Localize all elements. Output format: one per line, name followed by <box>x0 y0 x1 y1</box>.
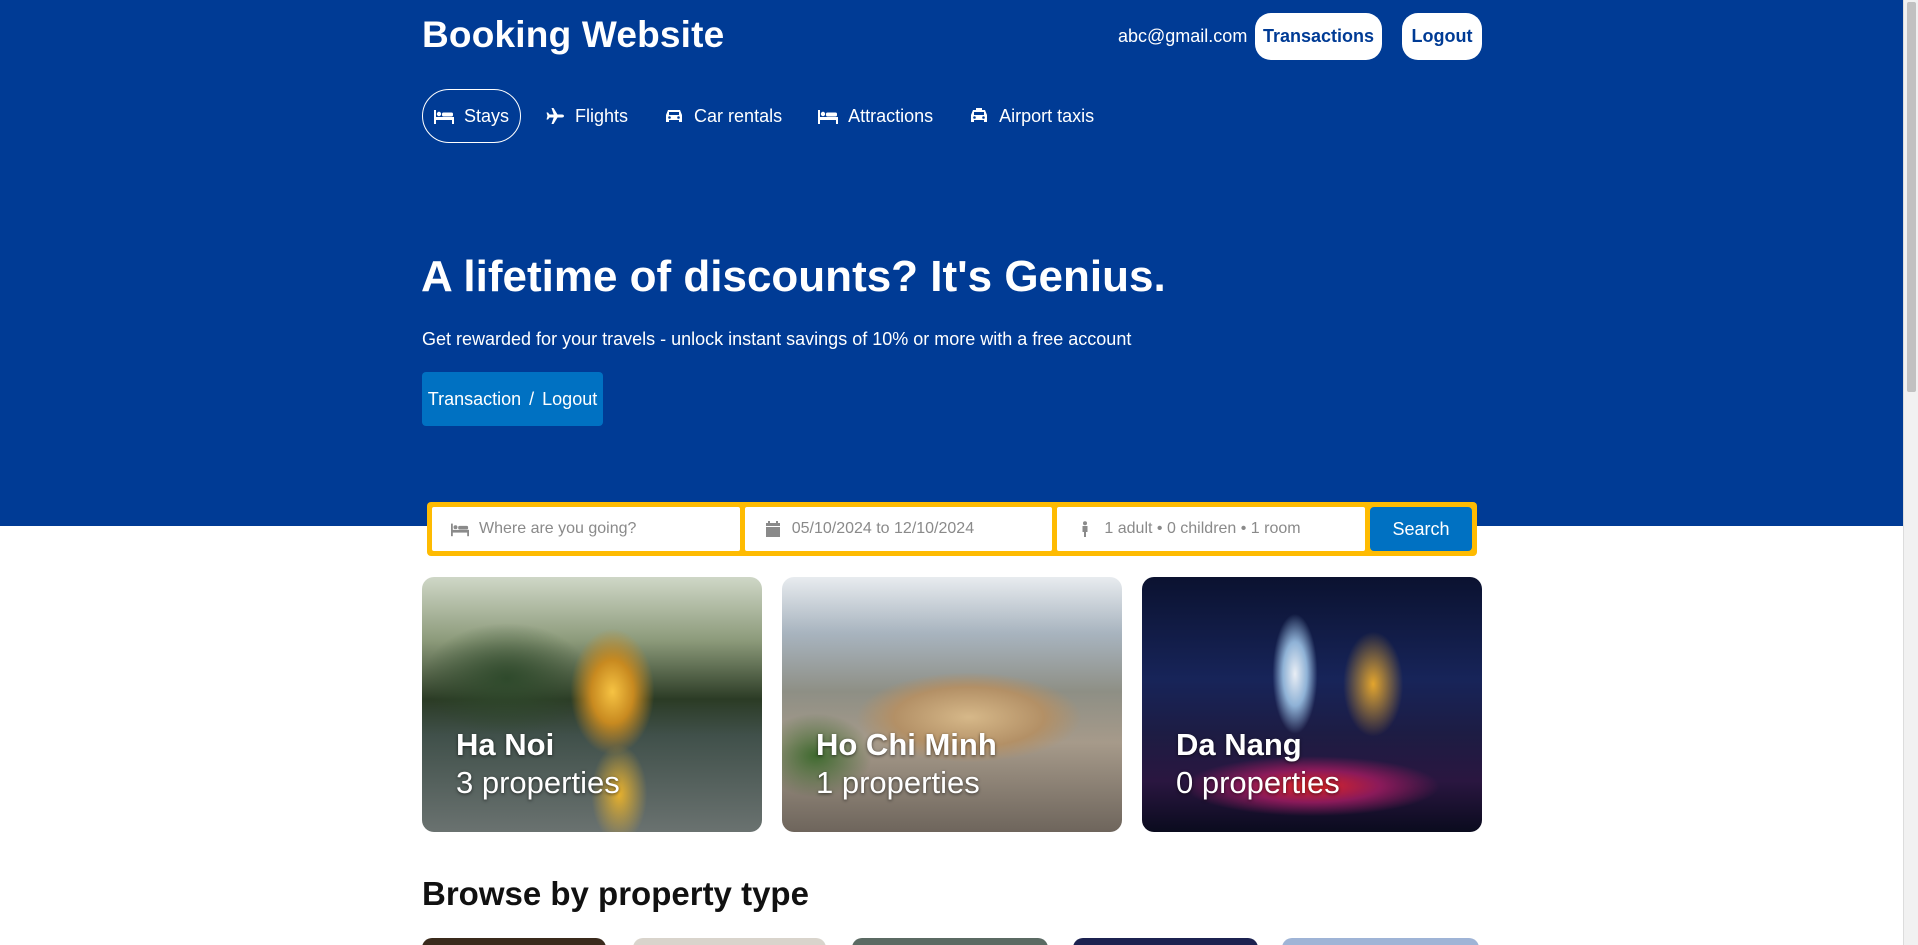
guests-field[interactable]: 1 adult • 0 children • 1 room <box>1057 507 1366 551</box>
nav-item-airport-taxis[interactable]: Airport taxis <box>957 89 1106 143</box>
button-separator: / <box>529 388 535 409</box>
logout-button[interactable]: Logout <box>1402 13 1482 60</box>
city-property-count: 0 properties <box>1176 765 1340 800</box>
property-type-card[interactable] <box>852 938 1048 945</box>
bed-icon <box>434 110 454 124</box>
hero-headline: A lifetime of discounts? It's Genius. <box>421 252 1166 301</box>
guests-value: 1 adult • 0 children • 1 room <box>1104 520 1301 537</box>
city-card-ha-noi[interactable]: Ha Noi 3 properties <box>422 577 762 832</box>
city-property-count: 3 properties <box>456 765 620 800</box>
city-name: Ho Chi Minh <box>816 727 997 762</box>
nav-item-label: Stays <box>464 105 510 126</box>
nav-item-stays[interactable]: Stays <box>422 89 522 143</box>
nav-item-car-rentals[interactable]: Car rentals <box>652 89 794 143</box>
date-range-field[interactable]: 05/10/2024 to 12/10/2024 <box>744 507 1053 551</box>
city-property-count: 1 properties <box>816 765 980 800</box>
calendar-icon <box>765 521 780 537</box>
transaction-link[interactable]: Transaction <box>428 389 521 410</box>
property-type-card[interactable] <box>1073 938 1258 945</box>
city-card-ho-chi-minh[interactable]: Ho Chi Minh 1 properties <box>782 577 1122 832</box>
scrollbar-thumb[interactable] <box>1907 2 1916 392</box>
bed-icon <box>818 110 839 124</box>
nav-item-label: Flights <box>575 105 629 126</box>
city-name: Ha Noi <box>456 727 555 762</box>
site-logo[interactable]: Booking Website <box>422 14 724 56</box>
property-type-heading: Browse by property type <box>422 875 809 912</box>
logout-link[interactable]: Logout <box>542 389 597 410</box>
user-email: abc@gmail.com <box>1118 26 1248 46</box>
nav-item-label: Car rentals <box>694 105 783 126</box>
property-type-card[interactable] <box>422 938 606 945</box>
destination-input[interactable] <box>479 520 719 538</box>
nav-item-label: Airport taxis <box>999 105 1095 126</box>
main-nav: Stays Flights Car rentals Attractions Ai… <box>422 89 1118 143</box>
hero-subline: Get rewarded for your travels - unlock i… <box>422 329 1132 349</box>
person-icon <box>1082 521 1088 537</box>
car-icon <box>666 110 683 122</box>
transaction-logout-button[interactable]: Transaction / Logout <box>422 372 603 426</box>
property-type-card[interactable] <box>633 938 826 945</box>
transactions-button[interactable]: Transactions <box>1255 13 1382 60</box>
search-button[interactable]: Search <box>1370 507 1472 551</box>
taxi-icon <box>971 108 988 122</box>
nav-item-label: Attractions <box>848 105 934 126</box>
property-type-card[interactable] <box>1282 938 1479 945</box>
search-bar: 05/10/2024 to 12/10/2024 1 adult • 0 chi… <box>427 502 1477 556</box>
city-card-da-nang[interactable]: Da Nang 0 properties <box>1142 577 1482 832</box>
nav-item-attractions[interactable]: Attractions <box>806 89 945 143</box>
bed-icon <box>451 523 469 537</box>
city-name: Da Nang <box>1176 727 1302 762</box>
plane-icon <box>546 108 565 124</box>
date-range-value: 05/10/2024 to 12/10/2024 <box>791 520 975 537</box>
destination-field[interactable] <box>432 507 740 551</box>
nav-item-flights[interactable]: Flights <box>533 89 640 143</box>
page-scrollbar[interactable] <box>1903 0 1918 945</box>
